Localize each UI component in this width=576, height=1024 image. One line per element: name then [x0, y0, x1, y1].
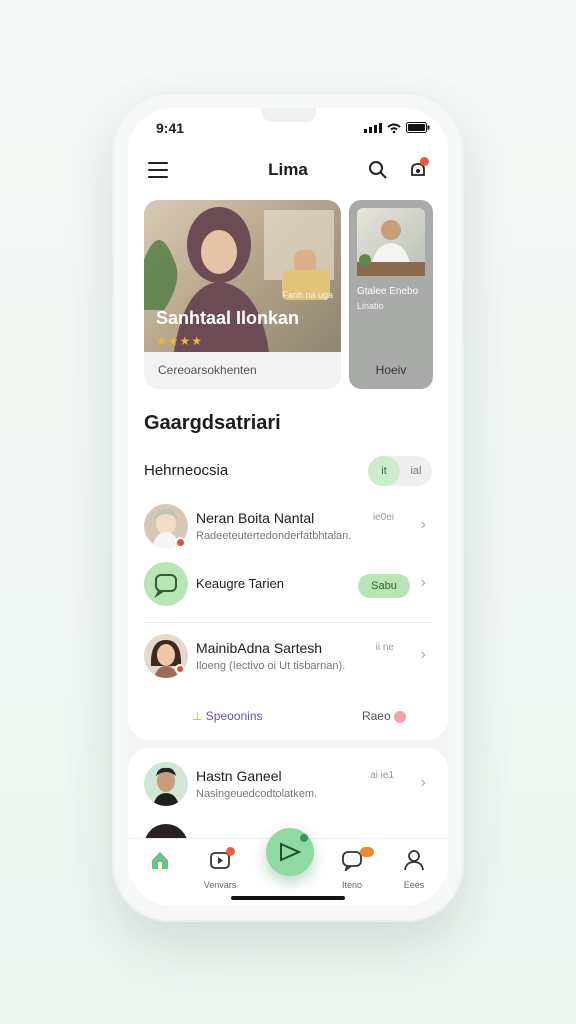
view-toggle[interactable]: it ial [368, 456, 432, 486]
screen: 9:41 Lima Fanh na uga Sanhtaal Ilonkan ★… [128, 108, 448, 906]
side-button [109, 262, 113, 292]
sponsored-link[interactable]: ⊥ Speoonins [192, 709, 263, 723]
wifi-icon [387, 123, 401, 133]
tab-home[interactable] [130, 849, 190, 876]
list-item[interactable]: Keaugre Tarien Sabu › [144, 558, 432, 612]
list-item[interactable]: Neran Boita Nantal Radeeteutertedonderfa… [144, 500, 432, 554]
featured-title: Sanhtaal Ilonkan [156, 308, 300, 328]
footer-action[interactable]: Raeo [362, 709, 406, 723]
tab-videos[interactable]: Venvars [190, 847, 250, 890]
list-item-subtitle: Iloeng (Iectivo oi Ut tisbarnan). [196, 660, 346, 672]
secondary-line-1: Gtalee Enebo [357, 286, 419, 297]
home-indicator [231, 896, 345, 900]
featured-illustration [144, 207, 334, 352]
chevron-right-icon: › [420, 774, 426, 791]
secondary-featured-photo [357, 208, 425, 276]
list-item-time: ai ie1 [370, 770, 394, 781]
list-item-subtitle: Nasingeuedcodtolatkem. [196, 788, 318, 800]
tab-label: Eees [403, 880, 425, 890]
signal-icon [364, 122, 382, 133]
secondary-line-2: Linatio [357, 301, 384, 311]
notch [262, 108, 316, 122]
tab-label: Iteno [341, 880, 363, 890]
featured-overlay-text: Fanh na uga [282, 290, 333, 300]
chat-bubble-icon [154, 574, 177, 598]
status-icons [364, 122, 430, 133]
tab-messages[interactable]: Iteno [322, 847, 382, 890]
chevron-right-icon: › [420, 574, 426, 591]
page-title: Lima [268, 160, 308, 179]
tab-profile[interactable]: Eees [384, 849, 444, 890]
list-item-name: Keaugre Tarien [196, 576, 284, 591]
status-time: 9:41 [156, 120, 185, 136]
tag-dot [394, 710, 406, 723]
app-header: Lima [128, 154, 448, 190]
list-item-time: ii ne [375, 642, 394, 653]
list-item[interactable]: Hastn Ganeel Nasingeuedcodtolatkem. ai i… [144, 758, 432, 812]
notification-badge [420, 157, 429, 166]
list-item-time: ie0ei [372, 512, 394, 523]
avatar [144, 762, 188, 806]
featured-photo: Fanh na uga Sanhtaal Ilonkan ★★★★ [144, 200, 341, 352]
tab-label: Venvars [203, 880, 237, 890]
chevron-right-icon: › [420, 646, 426, 663]
section-subtitle: Hehrneocsia [144, 462, 229, 479]
tab-badge [226, 847, 235, 856]
sponsored-label: Speoonins [205, 709, 263, 723]
featured-caption: Cereoarsokhenten [158, 363, 257, 377]
battery-icon [406, 122, 430, 133]
status-dot [175, 664, 185, 674]
chevron-right-icon: › [420, 516, 426, 533]
list-item-name: Neran Boita Nantal [196, 510, 315, 526]
main-card: 9:41 Lima Fanh na uga Sanhtaal Ilonkan ★… [128, 108, 448, 740]
list-item-name: Hastn Ganeel [196, 768, 282, 784]
send-icon [280, 834, 308, 862]
secondary-illustration [357, 220, 425, 276]
search-icon[interactable] [368, 160, 388, 180]
phone-frame: 9:41 Lima Fanh na uga Sanhtaal Ilonkan ★… [109, 92, 467, 922]
home-icon [152, 852, 168, 869]
list-item-name: MainibAdna Sartesh [196, 640, 323, 656]
toggle-option-2[interactable]: ial [400, 456, 432, 486]
footer-action-label: Raeo [361, 709, 391, 723]
divider [144, 622, 432, 623]
section-title: Gaargdsatriari [144, 412, 281, 434]
toggle-option-1[interactable]: it [368, 456, 400, 486]
notification-button[interactable] [408, 157, 429, 185]
avatar-illustration [144, 762, 188, 806]
tab-badge [360, 847, 374, 857]
status-dot [175, 537, 186, 548]
secondary-button[interactable]: Hoeiv [349, 363, 433, 377]
list-item-subtitle: Radeeteutertedonderfatbhtalan. [196, 530, 352, 542]
featured-card[interactable]: Fanh na uga Sanhtaal Ilonkan ★★★★ Cereoa… [144, 200, 341, 389]
side-button [463, 282, 467, 342]
pin-icon: ⊥ [192, 709, 206, 723]
person-icon [404, 850, 424, 871]
list-item[interactable]: MainibAdna Sartesh Iloeng (Iectivo oi Ut… [144, 630, 432, 684]
chat-avatar [144, 562, 188, 606]
rating-stars: ★★★★ [156, 334, 204, 348]
status-pill[interactable]: Sabu [358, 574, 410, 598]
secondary-featured-card[interactable]: Gtalee Enebo Linatio Hoeiv [349, 200, 433, 389]
compose-fab[interactable] [266, 828, 314, 876]
